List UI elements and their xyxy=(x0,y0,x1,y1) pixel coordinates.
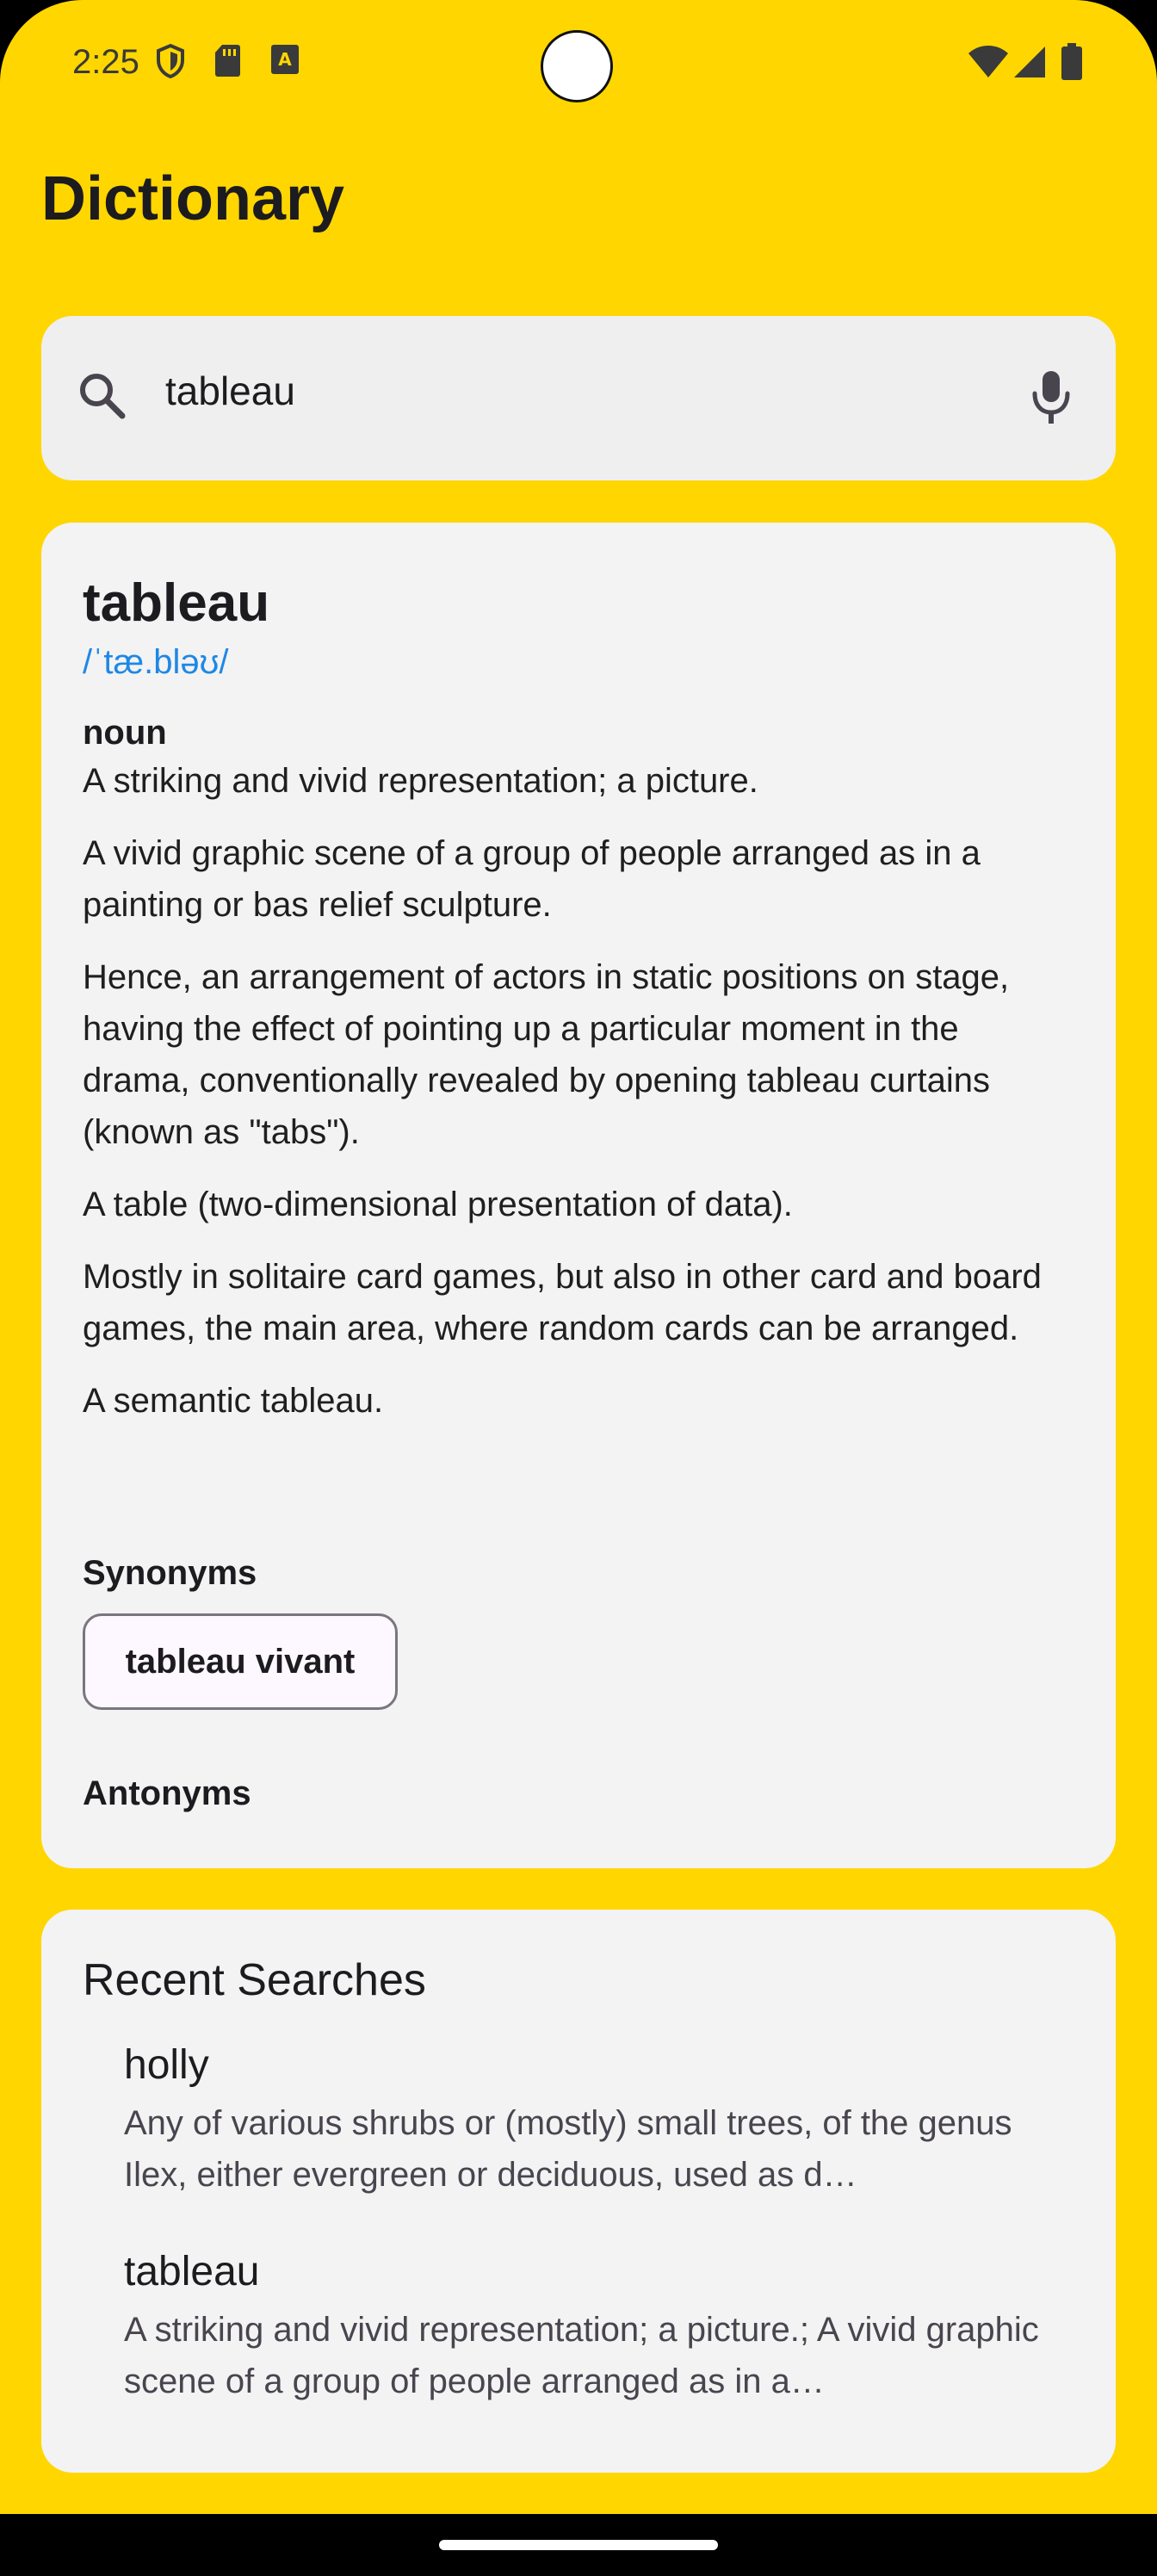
definition-item: A striking and vivid representation; a p… xyxy=(83,762,758,800)
shield-icon xyxy=(155,43,186,84)
recent-search-snippet: Any of various shrubs or (mostly) small … xyxy=(124,2104,1012,2194)
mic-icon[interactable] xyxy=(1030,368,1073,432)
sd-card-icon xyxy=(213,43,241,82)
definition-item: A table (two-dimensional presentation of… xyxy=(83,1186,793,1223)
recent-searches-list: holly Any of various shrubs or (mostly) … xyxy=(124,2039,1054,2452)
search-bar[interactable]: tableau xyxy=(41,316,1116,480)
part-of-speech: noun xyxy=(83,714,167,752)
font-notification-icon: A xyxy=(270,43,300,80)
synonyms-heading: Synonyms xyxy=(83,1554,257,1592)
status-time: 2:25 xyxy=(72,43,139,81)
recent-searches-title: Recent Searches xyxy=(83,1955,426,2005)
definition-list: A striking and vivid representation; a p… xyxy=(83,755,1073,1447)
entry-word: tableau xyxy=(83,573,270,633)
recent-search-item[interactable]: holly Any of various shrubs or (mostly) … xyxy=(124,2039,1054,2245)
definition-card: tableau /ˈtæ.bləʊ/ noun A striking and v… xyxy=(41,523,1116,1868)
recent-search-item[interactable]: tableau A striking and vivid representat… xyxy=(124,2245,1054,2452)
recent-search-word: holly xyxy=(124,2042,209,2088)
cellular-signal-icon xyxy=(1012,45,1047,84)
page-title: Dictionary xyxy=(41,164,345,233)
wifi-icon xyxy=(968,45,1009,84)
recent-searches-card: Recent Searches holly Any of various shr… xyxy=(41,1910,1116,2473)
home-gesture-handle[interactable] xyxy=(439,2540,718,2550)
search-icon[interactable] xyxy=(76,369,127,425)
battery-icon xyxy=(1061,43,1083,85)
front-camera xyxy=(541,30,613,102)
definition-item: Hence, an arrangement of actors in stati… xyxy=(83,958,1010,1151)
definition-item: A vivid graphic scene of a group of peop… xyxy=(83,834,981,924)
svg-text:A: A xyxy=(278,49,292,70)
search-input[interactable]: tableau xyxy=(165,368,295,414)
entry-phonetic[interactable]: /ˈtæ.bləʊ/ xyxy=(83,643,228,682)
synonym-chip[interactable]: tableau vivant xyxy=(83,1613,398,1710)
recent-search-snippet: A striking and vivid representation; a p… xyxy=(124,2311,1039,2400)
recent-search-word: tableau xyxy=(124,2249,260,2294)
app-screen: 2:25 A Dictionary tableau tableau /ˈtæ.b… xyxy=(0,0,1157,2514)
definition-item: A semantic tableau. xyxy=(83,1382,384,1420)
definition-item: Mostly in solitaire card games, but also… xyxy=(83,1258,1042,1347)
antonyms-heading: Antonyms xyxy=(83,1774,251,1812)
status-bar: 2:25 A xyxy=(0,0,1157,129)
